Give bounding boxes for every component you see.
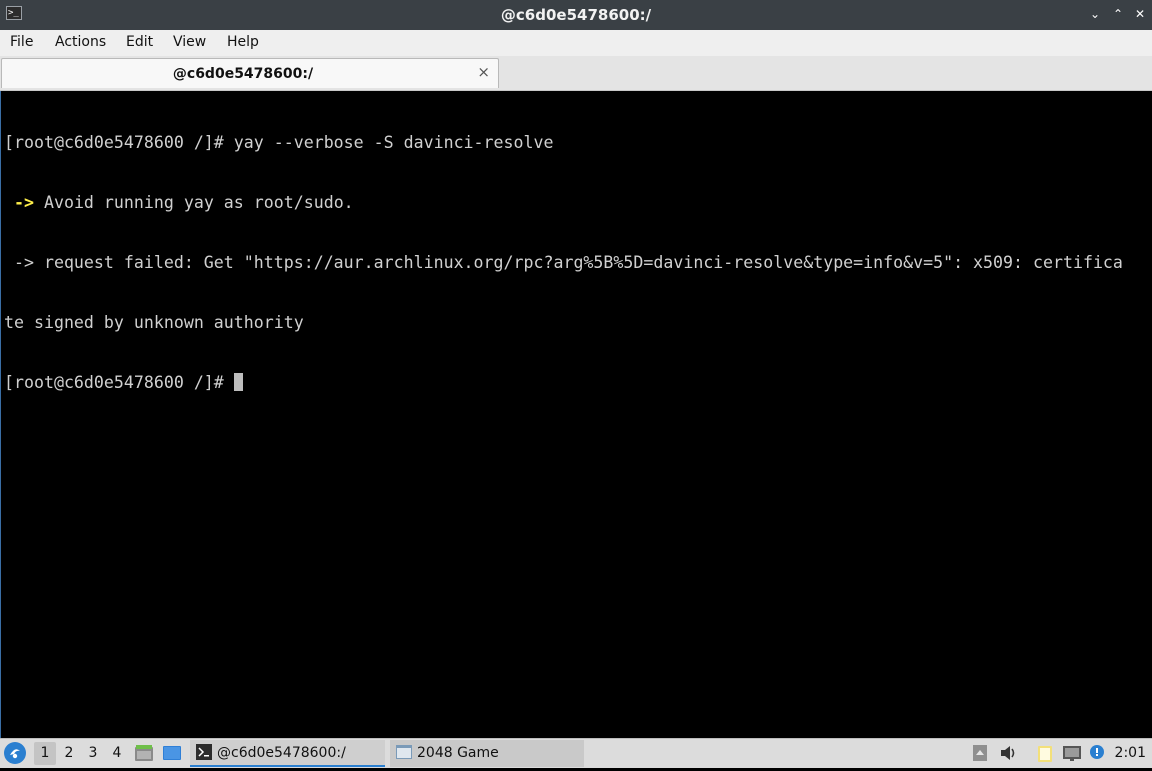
- task-2048-game[interactable]: 2048 Game: [390, 740, 584, 767]
- volume-icon[interactable]: [999, 744, 1019, 762]
- task-label: 2048 Game: [417, 745, 499, 761]
- terminal-icon: [196, 744, 212, 760]
- maximize-button[interactable]: ⌃: [1110, 6, 1126, 22]
- minimize-button[interactable]: ⌄: [1087, 6, 1103, 22]
- terminal-line: -> request failed: Get "https://aur.arch…: [4, 253, 1123, 272]
- terminal-window: >_ @c6d0e5478600:/ ⌄ ⌃ ✕ File Actions Ed…: [0, 0, 1152, 738]
- start-menu-icon[interactable]: [4, 742, 26, 764]
- close-button[interactable]: ✕: [1132, 6, 1148, 22]
- task-label: @c6d0e5478600:/: [217, 745, 346, 761]
- tab-terminal[interactable]: @c6d0e5478600:/ ×: [1, 58, 499, 88]
- file-manager-icon[interactable]: [134, 744, 154, 762]
- terminal-line: -> Avoid running yay as root/sudo.: [4, 193, 354, 212]
- tray-scroll-up-icon[interactable]: [972, 744, 988, 762]
- terminal-line: [root@c6d0e5478600 /]# yay --verbose -S …: [4, 133, 554, 152]
- text-cursor: [233, 373, 243, 391]
- taskbar: 1 2 3 4 @c6d0e5478600:/ 2048 Game 2:01: [0, 738, 1152, 768]
- workspace-2[interactable]: 2: [58, 742, 80, 765]
- menu-edit[interactable]: Edit: [126, 34, 153, 50]
- workspace-3[interactable]: 3: [82, 742, 104, 765]
- tab-label: @c6d0e5478600:/: [172, 66, 314, 82]
- terminal-output[interactable]: [root@c6d0e5478600 /]# yay --verbose -S …: [0, 91, 1152, 738]
- tab-close-icon[interactable]: ×: [477, 63, 490, 81]
- menu-view[interactable]: View: [173, 34, 206, 50]
- task-terminal[interactable]: @c6d0e5478600:/: [190, 740, 385, 767]
- menu-help[interactable]: Help: [227, 34, 259, 50]
- window-title: @c6d0e5478600:/: [500, 6, 652, 24]
- terminal-prompt-line: [root@c6d0e5478600 /]#: [4, 373, 1123, 393]
- clock[interactable]: 2:01: [1115, 745, 1146, 761]
- menu-bar: File Actions Edit View Help: [0, 30, 1152, 56]
- title-bar[interactable]: >_ @c6d0e5478600:/ ⌄ ⌃ ✕: [0, 0, 1152, 30]
- terminal-line: te signed by unknown authority: [4, 313, 304, 332]
- tab-bar: @c6d0e5478600:/ ×: [0, 56, 1152, 91]
- network-icon[interactable]: [1062, 744, 1082, 762]
- show-desktop-icon[interactable]: [162, 744, 182, 762]
- menu-actions[interactable]: Actions: [55, 34, 106, 50]
- menu-file[interactable]: File: [10, 34, 33, 50]
- clipboard-icon[interactable]: [1035, 744, 1055, 762]
- workspace-1[interactable]: 1: [34, 742, 56, 765]
- arrow-prefix: ->: [4, 193, 34, 212]
- window-icon: [396, 744, 412, 760]
- notification-icon[interactable]: [1088, 744, 1106, 762]
- workspace-4[interactable]: 4: [106, 742, 128, 765]
